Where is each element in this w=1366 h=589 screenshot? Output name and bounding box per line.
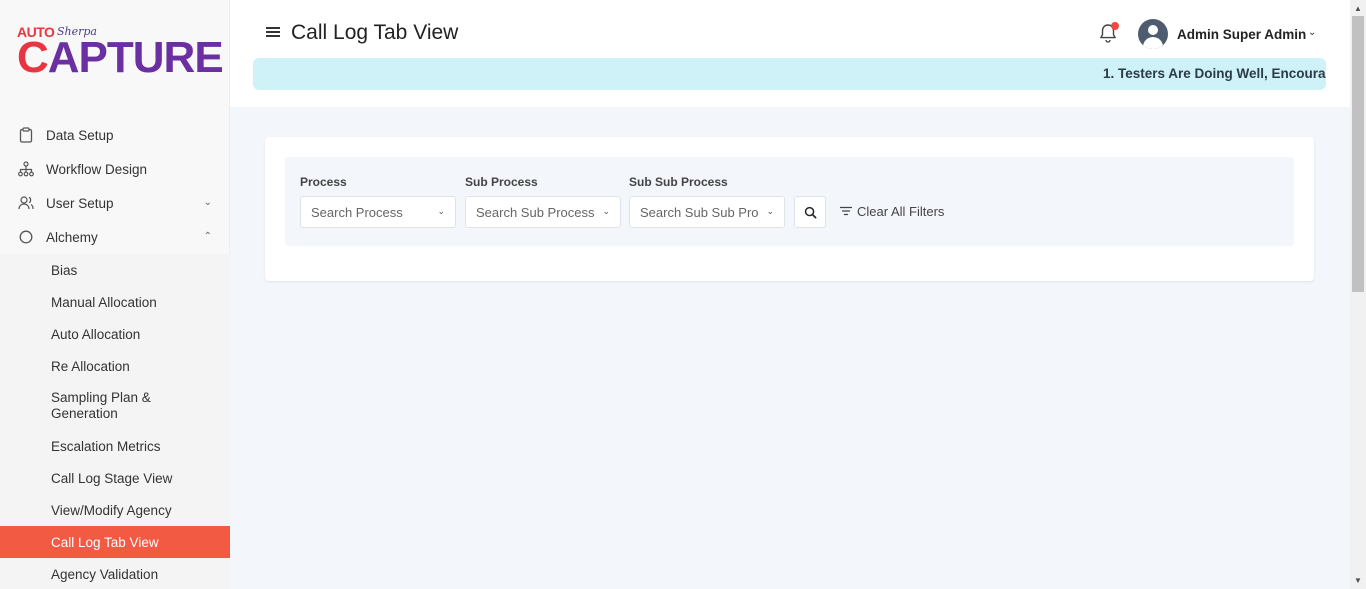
process-filter: Process Search Process ⌄ bbox=[300, 175, 456, 228]
marquee-text: 1. Testers Are Doing Well, Encourage The… bbox=[1103, 66, 1326, 81]
chevron-down-icon: ⌄ bbox=[437, 206, 445, 216]
process-select[interactable]: Search Process ⌄ bbox=[300, 196, 456, 228]
sub-sub-process-filter: Sub Sub Process Search Sub Sub Process ⌄ bbox=[629, 175, 785, 228]
chevron-down-icon: ⌄ bbox=[203, 197, 212, 208]
sub-sub-process-select[interactable]: Search Sub Sub Process ⌄ bbox=[629, 196, 785, 228]
filter-icon bbox=[839, 204, 853, 219]
sidebar-subitem-manual-allocation[interactable]: Manual Allocation bbox=[0, 286, 230, 318]
app-logo[interactable]: AUTO Sherpa CAPTURE bbox=[17, 22, 224, 86]
scroll-down-arrow-icon[interactable]: ▼ bbox=[1354, 576, 1362, 585]
clear-all-filters-button[interactable]: Clear All Filters bbox=[839, 204, 945, 219]
alchemy-submenu: Bias Manual Allocation Auto Allocation R… bbox=[0, 254, 230, 589]
search-icon bbox=[804, 206, 816, 218]
sidebar-item-label: Alchemy bbox=[46, 229, 98, 245]
users-icon bbox=[18, 195, 34, 211]
sidebar-subitem-bias[interactable]: Bias bbox=[0, 254, 230, 286]
sub-process-select[interactable]: Search Sub Process ⌄ bbox=[465, 196, 621, 228]
sub-sub-process-placeholder: Search Sub Sub Process bbox=[640, 204, 758, 220]
hamburger-menu-icon[interactable] bbox=[266, 27, 280, 39]
vertical-scrollbar[interactable]: ▲ ▼ bbox=[1350, 0, 1366, 589]
sidebar-subitem-call-log-tab-view[interactable]: Call Log Tab View bbox=[0, 526, 230, 558]
chevron-down-icon[interactable]: ⌄ bbox=[1308, 27, 1316, 38]
filter-card: Process Search Process ⌄ Sub Process Sea… bbox=[265, 137, 1314, 281]
sidebar-item-data-setup[interactable]: Data Setup bbox=[0, 118, 230, 152]
notification-bell-icon[interactable] bbox=[1098, 22, 1120, 46]
clear-all-filters-label: Clear All Filters bbox=[857, 204, 945, 219]
sub-process-placeholder: Search Sub Process bbox=[476, 204, 594, 220]
sidebar-subitem-call-log-stage-view[interactable]: Call Log Stage View bbox=[0, 462, 230, 494]
announcement-marquee: 1. Testers Are Doing Well, Encourage The… bbox=[253, 58, 1326, 90]
clipboard-icon bbox=[18, 127, 34, 143]
avatar[interactable] bbox=[1138, 19, 1168, 49]
circle-icon bbox=[18, 229, 34, 245]
sidebar-menu: Data Setup Workflow Design User Setup ⌄ … bbox=[0, 118, 230, 589]
sidebar: AUTO Sherpa CAPTURE Data Setup Workflow … bbox=[0, 0, 230, 589]
page-title: Call Log Tab View bbox=[291, 21, 459, 44]
main-content: Process Search Process ⌄ Sub Process Sea… bbox=[230, 107, 1350, 589]
scroll-up-arrow-icon[interactable]: ▲ bbox=[1354, 4, 1362, 13]
chevron-down-icon: ⌄ bbox=[766, 206, 774, 216]
process-placeholder: Search Process bbox=[311, 204, 403, 220]
process-label: Process bbox=[300, 175, 347, 189]
logo-capture-text: CAPTURE bbox=[17, 33, 224, 82]
sidebar-item-label: User Setup bbox=[46, 195, 114, 211]
sidebar-subitem-agency-validation[interactable]: Agency Validation bbox=[0, 558, 230, 589]
sub-process-filter: Sub Process Search Sub Process ⌄ bbox=[465, 175, 621, 228]
sub-sub-process-label: Sub Sub Process bbox=[629, 175, 728, 189]
sidebar-item-label: Data Setup bbox=[46, 127, 114, 143]
chevron-down-icon: ⌄ bbox=[602, 206, 610, 216]
sidebar-subitem-sampling-plan[interactable]: Sampling Plan & Generation bbox=[0, 382, 230, 430]
user-name[interactable]: Admin Super Admin bbox=[1177, 27, 1306, 42]
scrollbar-thumb[interactable] bbox=[1352, 16, 1364, 292]
top-header: Call Log Tab View Admin Super Admin ⌄ 1.… bbox=[230, 0, 1350, 107]
sidebar-subitem-view-modify-agency[interactable]: View/Modify Agency bbox=[0, 494, 230, 526]
sub-process-label: Sub Process bbox=[465, 175, 538, 189]
sidebar-item-workflow-design[interactable]: Workflow Design bbox=[0, 152, 230, 186]
search-button[interactable] bbox=[794, 196, 826, 228]
sidebar-subitem-auto-allocation[interactable]: Auto Allocation bbox=[0, 318, 230, 350]
filter-bar: Process Search Process ⌄ Sub Process Sea… bbox=[285, 157, 1294, 246]
hierarchy-icon bbox=[18, 161, 34, 177]
chevron-up-icon: ⌃ bbox=[203, 231, 212, 242]
sidebar-item-label: Workflow Design bbox=[46, 161, 148, 177]
sidebar-item-alchemy[interactable]: Alchemy ⌃ bbox=[0, 220, 230, 254]
sidebar-subitem-escalation-metrics[interactable]: Escalation Metrics bbox=[0, 430, 230, 462]
notification-badge bbox=[1111, 22, 1119, 30]
sidebar-subitem-re-allocation[interactable]: Re Allocation bbox=[0, 350, 230, 382]
sidebar-item-user-setup[interactable]: User Setup ⌄ bbox=[0, 186, 230, 220]
